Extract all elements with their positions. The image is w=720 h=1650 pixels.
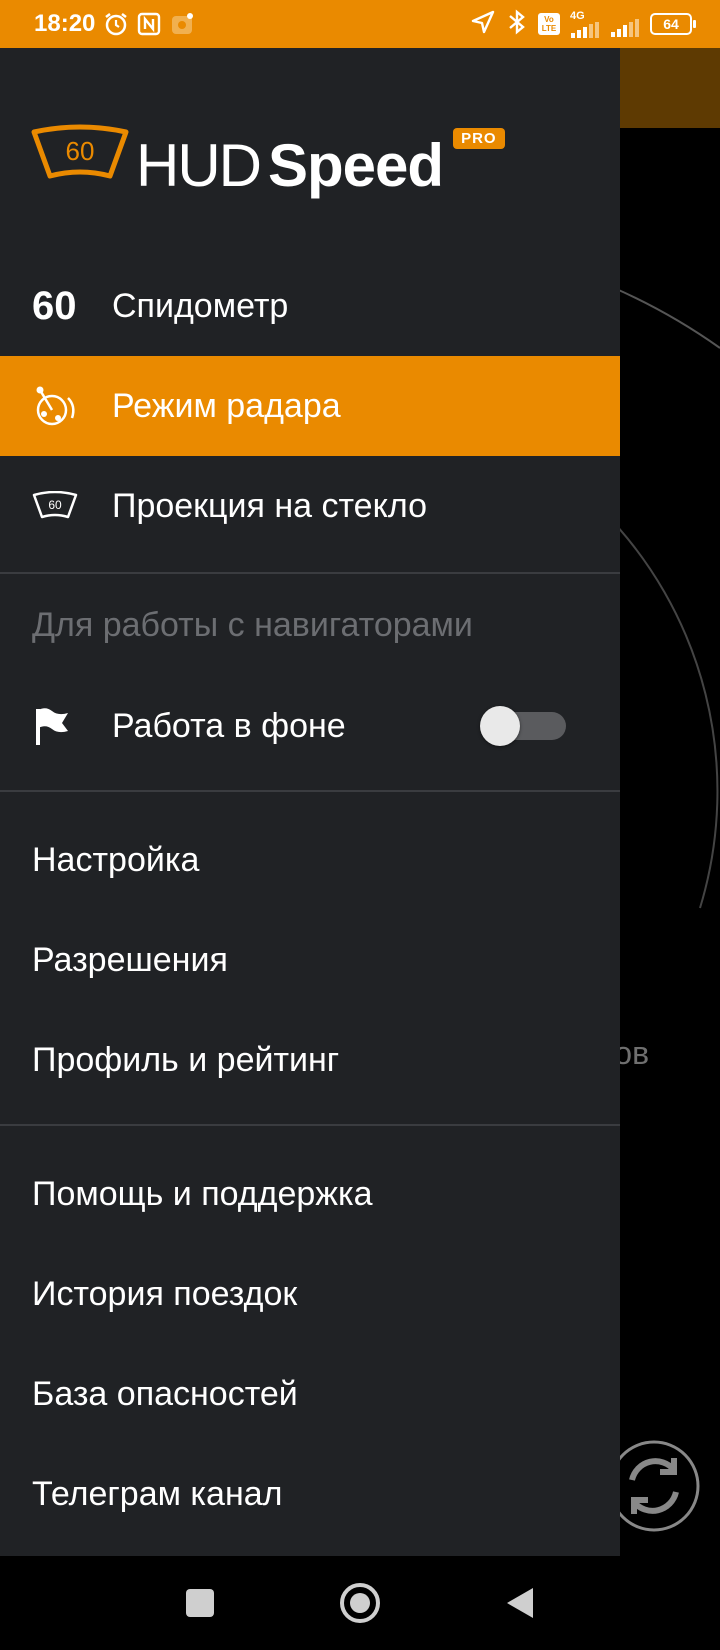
divider xyxy=(0,1124,620,1126)
background-mode-toggle[interactable] xyxy=(480,706,566,746)
lte-text: LTE xyxy=(541,24,557,33)
mobile-signal-1: 4G xyxy=(570,9,600,38)
alarm-icon xyxy=(103,11,129,37)
menu-item-help-support[interactable]: Помощь и поддержка xyxy=(0,1144,620,1244)
menu-item-profile-rating[interactable]: Профиль и рейтинг xyxy=(0,1010,620,1110)
menu-item-trip-history[interactable]: История поездок xyxy=(0,1244,620,1344)
menu-item-settings[interactable]: Настройка xyxy=(0,810,620,910)
windshield-projection-icon: 60 xyxy=(32,491,78,519)
battery-level: 64 xyxy=(663,16,679,32)
app-logo: 60 HUD Speed PRO xyxy=(30,124,505,196)
back-triangle-icon xyxy=(507,1588,533,1618)
home-circle-icon xyxy=(340,1583,380,1623)
back-button[interactable] xyxy=(490,1573,550,1633)
radar-mode-icon xyxy=(36,386,75,426)
menu-item-speedometer[interactable]: 60 Спидометр xyxy=(0,256,620,356)
flag-icon xyxy=(36,708,68,745)
nfc-icon xyxy=(137,12,161,36)
menu-item-hazard-database[interactable]: База опасностей xyxy=(0,1344,620,1444)
menu-item-label: Режим радара xyxy=(112,386,341,425)
menu-item-label: Спидометр xyxy=(112,286,289,325)
home-button[interactable] xyxy=(330,1573,390,1633)
navigation-drawer: 60 HUD Speed PRO 60 Спидометр Режим радар… xyxy=(0,48,620,1556)
logo-badge-number: 60 xyxy=(66,136,95,166)
menu-item-label: Проекция на стекло xyxy=(112,486,427,525)
signal-icon xyxy=(610,11,640,37)
menu-item-label: Работа в фоне xyxy=(112,706,346,745)
logo-hud-text: HUD xyxy=(136,132,262,199)
logo-text: HUD Speed xyxy=(136,136,444,196)
divider xyxy=(0,572,620,574)
menu-item-windshield-projection[interactable]: 60 Проекция на стекло xyxy=(0,456,620,556)
divider xyxy=(0,790,620,792)
recents-button[interactable] xyxy=(170,1573,230,1633)
signal-icon xyxy=(571,21,599,38)
bluetooth-icon xyxy=(506,8,528,40)
toggle-knob xyxy=(480,706,520,746)
speed-badge-logo-icon: 60 xyxy=(31,124,129,179)
refresh-icon[interactable] xyxy=(608,1440,700,1537)
status-time: 18:20 xyxy=(34,10,96,37)
notification-app-icon xyxy=(169,11,195,37)
recents-square-icon xyxy=(186,1589,214,1617)
location-arrow-icon xyxy=(470,9,496,40)
projection-icon-number: 60 xyxy=(48,498,62,512)
pro-badge: PRO xyxy=(453,128,505,149)
menu-item-radar-mode[interactable]: Режим радара xyxy=(0,356,620,456)
system-navigation-bar xyxy=(0,1556,720,1650)
status-bar: 18:20 Vo LTE 4G 64 xyxy=(0,0,720,48)
section-header-navigators: Для работы с навигаторами xyxy=(32,606,473,644)
menu-item-telegram-channel[interactable]: Телеграм канал xyxy=(0,1444,620,1544)
battery-icon: 64 xyxy=(650,13,696,35)
menu-item-permissions[interactable]: Разрешения xyxy=(0,910,620,1010)
speedometer-icon: 60 xyxy=(32,283,77,328)
logo-speed-text: Speed xyxy=(268,132,444,199)
volte-icon: Vo LTE xyxy=(538,13,560,35)
menu-item-background-mode[interactable]: Работа в фоне xyxy=(0,676,620,776)
network-type: 4G xyxy=(570,9,585,22)
volte-text: Vo xyxy=(544,15,554,24)
